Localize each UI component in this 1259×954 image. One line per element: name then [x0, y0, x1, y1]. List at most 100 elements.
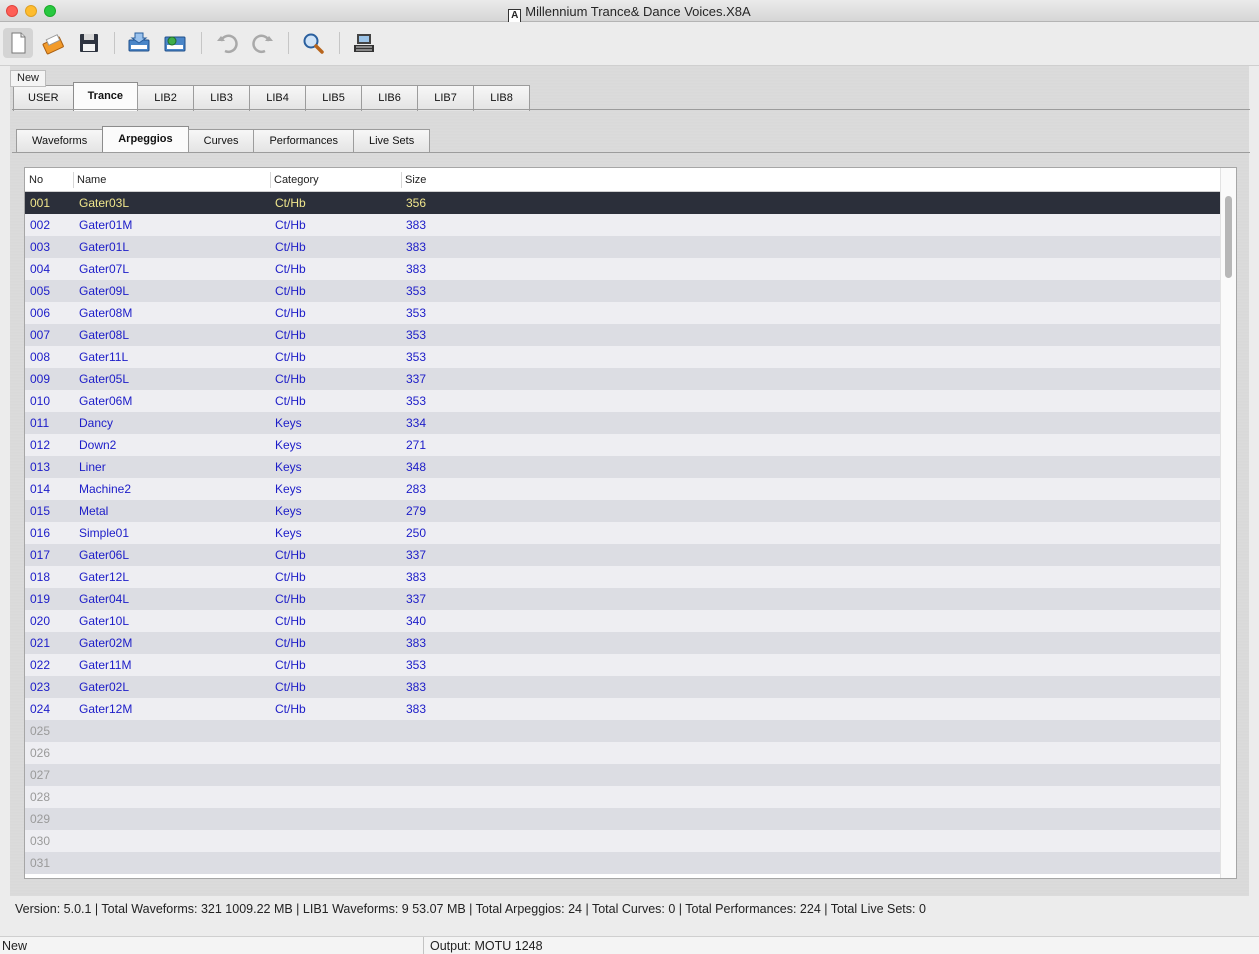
table-row[interactable]: 011 Dancy Keys 334 — [25, 412, 1220, 434]
table-row[interactable]: 021 Gater02M Ct/Hb 383 — [25, 632, 1220, 654]
tab-curves[interactable]: Curves — [187, 129, 255, 153]
table-row[interactable]: 027 — [25, 764, 1220, 786]
cell-category: Ct/Hb — [275, 614, 306, 628]
table-row[interactable]: 023 Gater02L Ct/Hb 383 — [25, 676, 1220, 698]
table-row[interactable]: 026 — [25, 742, 1220, 764]
cell-category: Ct/Hb — [275, 570, 306, 584]
table-row[interactable]: 006 Gater08M Ct/Hb 353 — [25, 302, 1220, 324]
cell-category: Ct/Hb — [275, 372, 306, 386]
table-row[interactable]: 003 Gater01L Ct/Hb 383 — [25, 236, 1220, 258]
cell-category: Keys — [275, 460, 302, 474]
cell-no: 019 — [30, 592, 51, 606]
column-divider[interactable] — [73, 172, 74, 188]
cell-name: Gater06L — [79, 548, 130, 562]
cell-category: Keys — [275, 526, 302, 540]
cell-no: 014 — [30, 482, 51, 496]
table-row[interactable]: 001 Gater03L Ct/Hb 356 — [25, 192, 1220, 214]
cell-size: 383 — [406, 636, 427, 650]
receive-button[interactable] — [124, 28, 154, 58]
cell-category: Ct/Hb — [275, 284, 306, 298]
cell-category: Ct/Hb — [275, 350, 306, 364]
table-row[interactable]: 016 Simple01 Keys 250 — [25, 522, 1220, 544]
table-row[interactable]: 019 Gater04L Ct/Hb 337 — [25, 588, 1220, 610]
table-row[interactable]: 010 Gater06M Ct/Hb 353 — [25, 390, 1220, 412]
midi-output-label: Output: MOTU 1248 — [430, 939, 543, 953]
vertical-scrollbar[interactable] — [1220, 168, 1236, 878]
cell-no: 013 — [30, 460, 51, 474]
tab-arpeggios[interactable]: Arpeggios — [102, 126, 189, 153]
table-row[interactable]: 018 Gater12L Ct/Hb 383 — [25, 566, 1220, 588]
redo-button[interactable] — [248, 28, 278, 58]
column-header-no[interactable]: No — [29, 174, 43, 186]
table-row[interactable]: 030 — [25, 830, 1220, 852]
device-button[interactable] — [349, 28, 379, 58]
send-button[interactable] — [160, 28, 190, 58]
search-button[interactable] — [298, 28, 328, 58]
table-row[interactable]: 013 Liner Keys 348 — [25, 456, 1220, 478]
tab-live-sets[interactable]: Live Sets — [352, 129, 431, 153]
redo-icon — [252, 34, 273, 54]
cell-size: 353 — [406, 350, 427, 364]
cell-category: Ct/Hb — [275, 636, 306, 650]
tab-user[interactable]: USER — [13, 85, 74, 111]
column-header-name[interactable]: Name — [77, 174, 106, 186]
tab-lib3[interactable]: LIB3 — [193, 85, 251, 111]
table-row[interactable]: 031 — [25, 852, 1220, 874]
column-divider[interactable] — [270, 172, 271, 188]
table-row[interactable]: 025 — [25, 720, 1220, 742]
table-row[interactable]: 004 Gater07L Ct/Hb 383 — [25, 258, 1220, 280]
tab-lib8[interactable]: LIB8 — [473, 85, 531, 111]
undo-button[interactable] — [212, 28, 242, 58]
cell-size: 279 — [406, 504, 427, 518]
tab-lib7[interactable]: LIB7 — [417, 85, 475, 111]
table-row[interactable]: 014 Machine2 Keys 283 — [25, 478, 1220, 500]
cell-name: Gater11L — [79, 350, 129, 364]
table-row[interactable]: 017 Gater06L Ct/Hb 337 — [25, 544, 1220, 566]
tab-lib5[interactable]: LIB5 — [305, 85, 363, 111]
new-button[interactable] — [3, 28, 33, 58]
column-divider[interactable] — [401, 172, 402, 188]
cell-category: Ct/Hb — [275, 548, 306, 562]
table-row[interactable]: 020 Gater10L Ct/Hb 340 — [25, 610, 1220, 632]
cell-size: 337 — [406, 548, 427, 562]
tab-lib4[interactable]: LIB4 — [249, 85, 307, 111]
cell-size: 348 — [406, 460, 427, 474]
tab-trance[interactable]: Trance — [72, 82, 139, 111]
cell-no: 026 — [30, 746, 51, 760]
column-header-category[interactable]: Category — [274, 174, 319, 186]
cell-size: 353 — [406, 328, 427, 342]
table-row[interactable]: 024 Gater12M Ct/Hb 383 — [25, 698, 1220, 720]
cell-size: 356 — [406, 196, 427, 210]
table-row[interactable]: 028 — [25, 786, 1220, 808]
toolbar-separator — [114, 32, 115, 54]
cell-size: 334 — [406, 416, 427, 430]
toolbar-separator — [339, 32, 340, 54]
search-icon — [303, 33, 324, 54]
tab-waveforms[interactable]: Waveforms — [16, 129, 104, 153]
column-header-size[interactable]: Size — [405, 174, 426, 186]
cell-no: 006 — [30, 306, 51, 320]
table-row[interactable]: 012 Down2 Keys 271 — [25, 434, 1220, 456]
table-row[interactable]: 008 Gater11L Ct/Hb 353 — [25, 346, 1220, 368]
undo-icon — [217, 34, 238, 54]
cell-no: 018 — [30, 570, 51, 584]
tab-performances[interactable]: Performances — [253, 129, 354, 153]
save-button[interactable] — [74, 28, 104, 58]
tab-lib6[interactable]: LIB6 — [361, 85, 419, 111]
cell-no: 017 — [30, 548, 51, 562]
scrollbar-thumb[interactable] — [1225, 196, 1232, 278]
cell-category: Keys — [275, 438, 302, 452]
cell-category: Ct/Hb — [275, 240, 306, 254]
cell-no: 030 — [30, 834, 51, 848]
cell-size: 250 — [406, 526, 427, 540]
table-row[interactable]: 015 Metal Keys 279 — [25, 500, 1220, 522]
table-row[interactable]: 002 Gater01M Ct/Hb 383 — [25, 214, 1220, 236]
table-row[interactable]: 007 Gater08L Ct/Hb 353 — [25, 324, 1220, 346]
table-row[interactable]: 029 — [25, 808, 1220, 830]
tab-lib2[interactable]: LIB2 — [137, 85, 195, 111]
table-row[interactable]: 022 Gater11M Ct/Hb 353 — [25, 654, 1220, 676]
table-row[interactable]: 009 Gater05L Ct/Hb 337 — [25, 368, 1220, 390]
edit-button[interactable] — [38, 28, 68, 58]
device-icon — [354, 34, 374, 52]
table-row[interactable]: 005 Gater09L Ct/Hb 353 — [25, 280, 1220, 302]
